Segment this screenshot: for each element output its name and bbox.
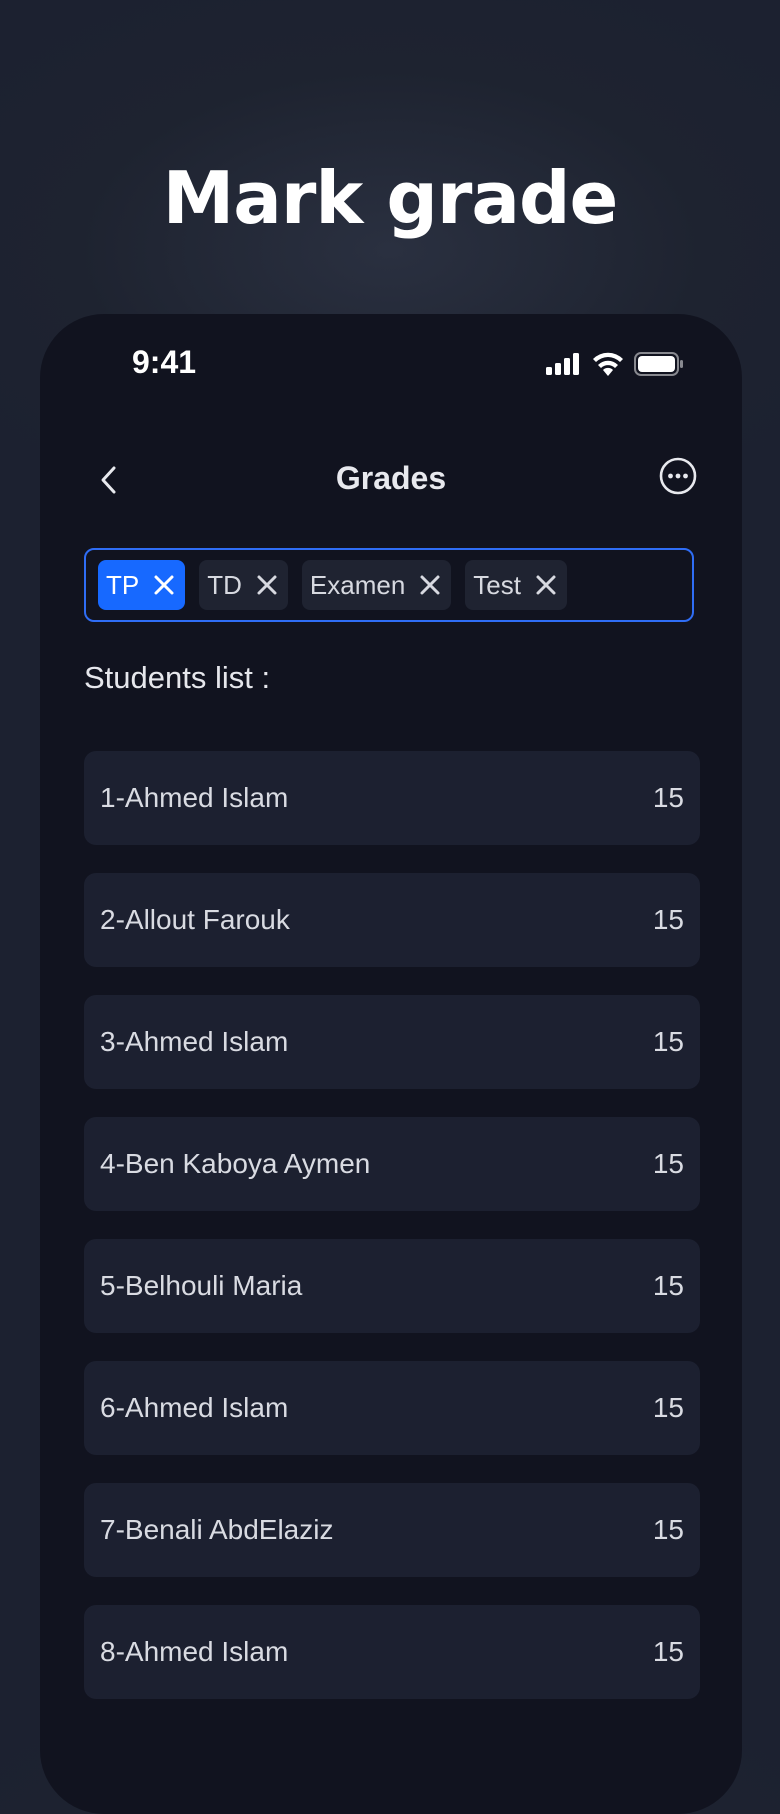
student-name: 4-Ben Kaboya Aymen <box>100 1148 371 1179</box>
battery-icon <box>634 352 683 376</box>
student-name: 7-Benali AbdElaziz <box>100 1514 334 1545</box>
more-icon <box>659 457 697 495</box>
student-grade: 15 <box>652 1392 684 1423</box>
close-icon[interactable] <box>535 574 557 596</box>
student-name: 5-Belhouli Maria <box>100 1270 303 1301</box>
promo-headline: Mark grade <box>162 156 619 240</box>
status-time: 9:41 <box>132 344 197 380</box>
wifi-icon <box>593 352 623 376</box>
students-list: 1-Ahmed Islam 15 2-Allout Farouk 15 3-Ah… <box>84 751 700 1727</box>
student-row[interactable]: 3-Ahmed Islam 15 <box>84 995 700 1089</box>
tag-chip-label: TD <box>207 569 242 600</box>
student-grade: 15 <box>652 1636 684 1667</box>
tag-chip-td[interactable]: TD <box>199 560 288 610</box>
student-row[interactable]: 5-Belhouli Maria 15 <box>84 1239 700 1333</box>
student-row[interactable]: 8-Ahmed Islam 15 <box>84 1605 700 1699</box>
status-icons <box>546 352 684 376</box>
student-grade: 15 <box>652 1514 684 1545</box>
student-name: 6-Ahmed Islam <box>100 1392 289 1423</box>
student-name: 3-Ahmed Islam <box>100 1026 289 1057</box>
close-icon[interactable] <box>419 574 441 596</box>
student-grade: 15 <box>652 1148 684 1179</box>
student-grade: 15 <box>652 1270 684 1301</box>
student-row[interactable]: 6-Ahmed Islam 15 <box>84 1361 700 1455</box>
grade-type-filter[interactable]: TP TD Examen Test <box>84 548 694 622</box>
tag-chip-tp[interactable]: TP <box>98 560 186 610</box>
tag-chip-examen[interactable]: Examen <box>301 560 452 610</box>
student-row[interactable]: 2-Allout Farouk 15 <box>84 873 700 967</box>
page-title: Grades <box>335 460 447 496</box>
student-grade: 15 <box>652 782 684 813</box>
student-row[interactable]: 1-Ahmed Islam 15 <box>84 751 700 845</box>
student-name: 2-Allout Farouk <box>100 904 290 935</box>
close-icon[interactable] <box>256 574 278 596</box>
tag-chip-label: Examen <box>309 569 406 600</box>
more-options-button[interactable] <box>658 456 698 496</box>
student-row[interactable]: 7-Benali AbdElaziz 15 <box>84 1483 700 1577</box>
student-row[interactable]: 4-Ben Kaboya Aymen 15 <box>84 1117 700 1211</box>
student-name: 1-Ahmed Islam <box>100 782 289 813</box>
phone-screen: 9:41 Grades TP TD Examen Test Students l… <box>40 314 742 1814</box>
signal-icon <box>546 353 579 375</box>
student-name: 8-Ahmed Islam <box>100 1636 289 1667</box>
students-list-heading: Students list : <box>84 660 271 695</box>
tag-chip-test[interactable]: Test <box>465 560 567 610</box>
student-grade: 15 <box>652 1026 684 1057</box>
tag-chip-label: Test <box>473 569 521 600</box>
close-icon[interactable] <box>153 574 175 596</box>
student-grade: 15 <box>652 904 684 935</box>
tag-chip-label: TP <box>106 569 140 600</box>
